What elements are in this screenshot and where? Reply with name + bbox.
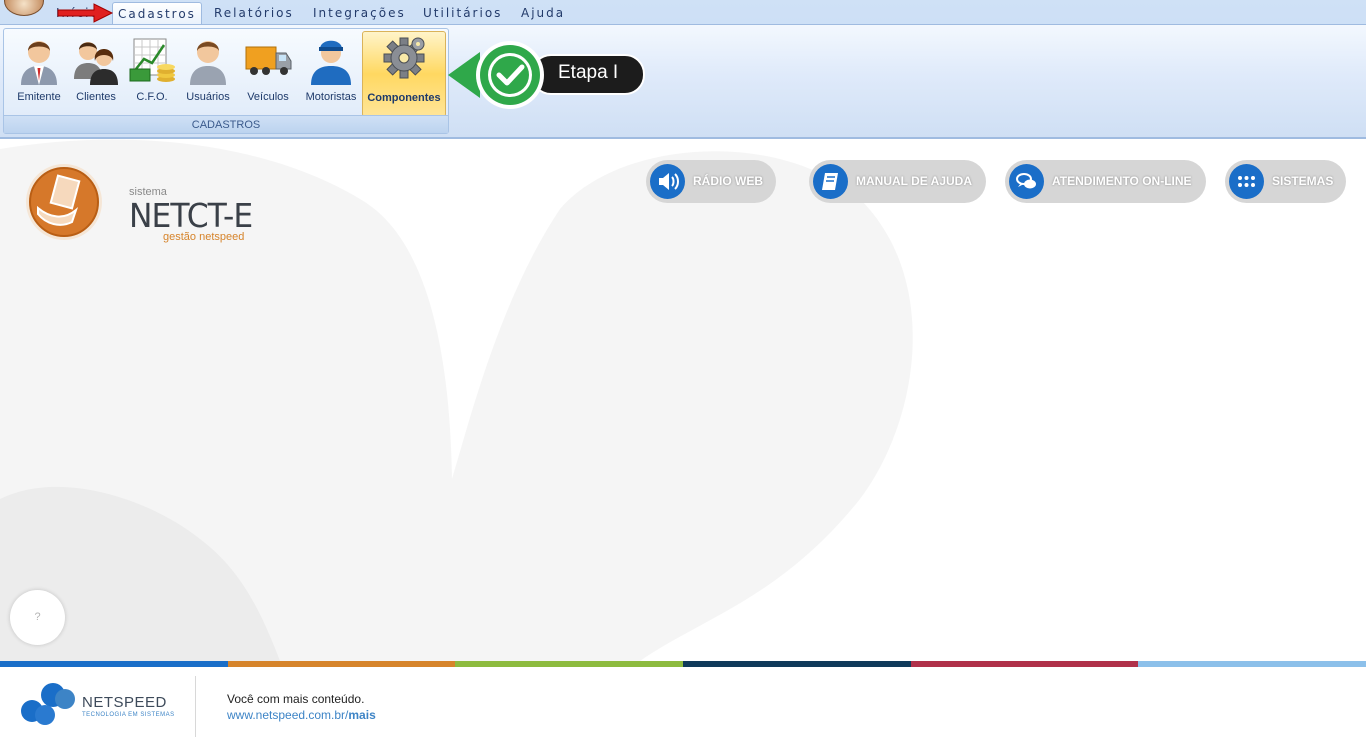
cfo-label: C.F.O.	[136, 91, 168, 103]
tab-cadastros[interactable]: Cadastros	[112, 2, 202, 24]
componentes-label: Componentes	[367, 92, 441, 104]
footer-link-prefix: www.netspeed.com.br/	[227, 708, 349, 722]
netspeed-tagline: TECNOLOGIA EM SISTEMAS	[82, 712, 175, 718]
help-button[interactable]: ?	[10, 590, 65, 645]
etapa-label: Etapa I	[558, 62, 619, 83]
sistemas-label: SISTEMAS	[1272, 174, 1334, 188]
atendimento-online-label: ATENDIMENTO ON-LINE	[1052, 174, 1192, 188]
speaker-icon	[650, 164, 685, 199]
manual-de-ajuda-button[interactable]: MANUAL DE AJUDA	[809, 160, 986, 203]
radio-web-label: RÁDIO WEB	[693, 174, 763, 188]
netspeed-logo-icon	[21, 683, 75, 725]
clients-icon	[74, 42, 118, 85]
radio-web-button[interactable]: RÁDIO WEB	[646, 160, 776, 203]
driver-icon	[311, 40, 351, 85]
manual-de-ajuda-label: MANUAL DE AJUDA	[856, 174, 973, 188]
grid-icon	[1229, 164, 1264, 199]
veiculos-button[interactable]: Veículos	[236, 31, 300, 117]
clientes-label: Clientes	[76, 91, 116, 103]
usuarios-label: Usuários	[186, 91, 230, 103]
ribbon-panel: Emitente Clientes C.F.O. Usuários Veícul…	[0, 24, 1366, 138]
footer	[0, 667, 1366, 745]
tab-relatorios[interactable]: Relatórios	[214, 2, 294, 24]
footer-link[interactable]: www.netspeed.com.br/mais	[227, 708, 376, 722]
user-tie-icon	[21, 41, 57, 85]
footer-divider	[195, 676, 196, 737]
chat-icon	[1009, 164, 1044, 199]
logo-tagline: gestão netspeed	[163, 231, 245, 243]
motoristas-label: Motoristas	[305, 91, 357, 103]
red-arrow-annotation	[57, 3, 114, 23]
componentes-button[interactable]: Componentes	[362, 31, 446, 117]
tab-ajuda[interactable]: Ajuda	[521, 2, 565, 24]
gear-icon	[383, 37, 425, 79]
ribbon-group-cadastros: Emitente Clientes C.F.O. Usuários Veícul…	[3, 28, 449, 134]
app-menu-button[interactable]	[4, 0, 44, 16]
book-icon	[813, 164, 848, 199]
atendimento-online-button[interactable]: ATENDIMENTO ON-LINE	[1005, 160, 1206, 203]
usuarios-button[interactable]: Usuários	[180, 31, 236, 117]
footer-text: Você com mais conteúdo.	[227, 692, 365, 706]
emitente-label: Emitente	[17, 91, 61, 103]
motoristas-button[interactable]: Motoristas	[300, 31, 362, 117]
ribbon-group-label: CADASTROS	[4, 115, 448, 133]
netspeed-brand: NETSPEED	[82, 694, 167, 711]
cfo-button[interactable]: C.F.O.	[124, 31, 180, 117]
netcte-logo	[26, 164, 102, 240]
sistemas-button[interactable]: SISTEMAS	[1225, 160, 1346, 203]
tab-integracoes[interactable]: Integrações	[313, 2, 406, 24]
tab-utilitarios[interactable]: Utilitários	[423, 2, 502, 24]
footer-link-bold: mais	[348, 708, 376, 722]
user-icon	[190, 41, 226, 85]
logo-title: NETCT-E	[129, 196, 253, 235]
ribbon: Início Cadastros Relatórios Integrações …	[0, 0, 1366, 139]
cfo-icon	[129, 38, 175, 82]
menu-bar: Início Cadastros Relatórios Integrações …	[0, 0, 1366, 24]
truck-icon	[245, 46, 292, 75]
clientes-button[interactable]: Clientes	[68, 31, 124, 117]
veiculos-label: Veículos	[247, 91, 289, 103]
emitente-button[interactable]: Emitente	[10, 31, 68, 117]
